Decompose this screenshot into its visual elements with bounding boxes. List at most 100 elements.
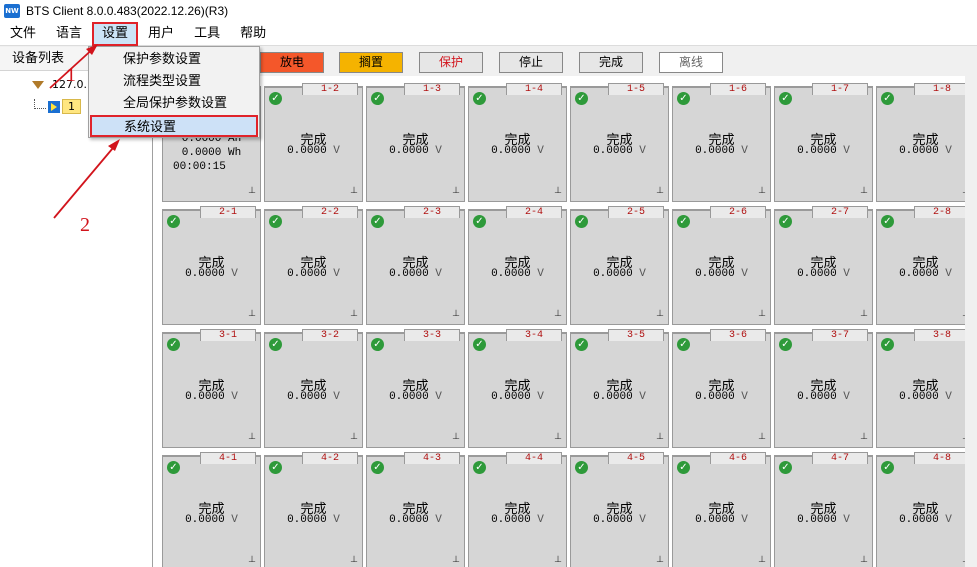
tree-node-device[interactable]: 1 — [34, 98, 81, 114]
pin-icon[interactable]: ⊥ — [350, 186, 358, 196]
pin-icon[interactable]: ⊥ — [248, 186, 256, 196]
channel-cell[interactable]: 2-2 ✓ 完成 0.0000 V ⊥ — [264, 206, 363, 325]
channel-cell[interactable]: 3-3 ✓ 完成 0.0000 V ⊥ — [366, 329, 465, 448]
voltage-unit: V — [843, 145, 850, 157]
check-icon: ✓ — [881, 461, 894, 474]
dropdown-item-4[interactable]: 系统设置 — [90, 115, 258, 137]
voltage-unit: V — [843, 391, 850, 403]
channel-cell[interactable]: 3-7 ✓ 完成 0.0000 V ⊥ — [774, 329, 873, 448]
voltage-value: 0.0000 — [287, 514, 327, 526]
pin-icon[interactable]: ⊥ — [860, 186, 868, 196]
channel-id: 3-2 — [302, 329, 358, 341]
dropdown-item-1[interactable]: 保护参数设置 — [89, 49, 259, 71]
channel-id: 2-3 — [404, 206, 460, 218]
pin-icon[interactable]: ⊥ — [350, 555, 358, 565]
check-icon: ✓ — [167, 215, 180, 228]
pin-icon[interactable]: ⊥ — [248, 555, 256, 565]
dropdown-item-2[interactable]: 流程类型设置 — [89, 71, 259, 93]
channel-cell[interactable]: 2-7 ✓ 完成 0.0000 V ⊥ — [774, 206, 873, 325]
pin-icon[interactable]: ⊥ — [656, 432, 664, 442]
pin-icon[interactable]: ⊥ — [758, 309, 766, 319]
voltage-unit: V — [741, 391, 748, 403]
channel-cell[interactable]: 1-7 ✓ 完成 0.0000 V ⊥ — [774, 83, 873, 202]
menu-item-4[interactable]: 用户 — [138, 22, 184, 46]
channel-cell[interactable]: 3-4 ✓ 完成 0.0000 V ⊥ — [468, 329, 567, 448]
channel-cell[interactable]: 1-4 ✓ 完成 0.0000 V ⊥ — [468, 83, 567, 202]
channel-cell[interactable]: 3-6 ✓ 完成 0.0000 V ⊥ — [672, 329, 771, 448]
menu-item-6[interactable]: 帮助 — [230, 22, 276, 46]
channel-cell[interactable]: 1-3 ✓ 完成 0.0000 V ⊥ — [366, 83, 465, 202]
pin-icon[interactable]: ⊥ — [248, 432, 256, 442]
pin-icon[interactable]: ⊥ — [452, 186, 460, 196]
channel-cell[interactable]: 3-1 ✓ 完成 0.0000 V ⊥ — [162, 329, 261, 448]
check-icon: ✓ — [779, 461, 792, 474]
menu-item-3[interactable]: 设置 — [92, 21, 139, 46]
channel-cell[interactable]: 1-8✓完成0.0000 V⊥ — [876, 83, 975, 202]
channel-cell[interactable]: 2-1 ✓ 完成 0.0000 V ⊥ — [162, 206, 261, 325]
channel-cell[interactable]: 4-1 ✓ 完成 0.0000 V ⊥ — [162, 452, 261, 567]
dropdown-item-3[interactable]: 全局保护参数设置 — [89, 93, 259, 115]
channel-cell[interactable]: 3-2 ✓ 完成 0.0000 V ⊥ — [264, 329, 363, 448]
pin-icon[interactable]: ⊥ — [554, 432, 562, 442]
tree-node-root[interactable]: 127.0. — [32, 78, 87, 91]
pin-icon[interactable]: ⊥ — [452, 432, 460, 442]
channel-id: 1-5 — [608, 83, 664, 95]
channel-voltage: 0.0000 V — [367, 268, 464, 280]
pin-icon[interactable]: ⊥ — [656, 555, 664, 565]
channel-cell[interactable]: 2-4 ✓ 完成 0.0000 V ⊥ — [468, 206, 567, 325]
menu-item-5[interactable]: 工具 — [184, 22, 230, 46]
channel-id: 4-8 — [914, 452, 970, 464]
pin-icon[interactable]: ⊥ — [656, 186, 664, 196]
voltage-unit: V — [945, 268, 952, 280]
menu-item-2[interactable]: 语言 — [46, 22, 92, 46]
channel-cell[interactable]: 4-8✓完成0.0000 V⊥ — [876, 452, 975, 567]
pin-icon[interactable]: ⊥ — [248, 309, 256, 319]
voltage-value: 0.0000 — [593, 145, 633, 157]
channel-cell[interactable]: 2-6 ✓ 完成 0.0000 V ⊥ — [672, 206, 771, 325]
pin-icon[interactable]: ⊥ — [554, 555, 562, 565]
check-icon: ✓ — [167, 338, 180, 351]
voltage-value: 0.0000 — [491, 268, 531, 280]
voltage-value: 0.0000 — [287, 145, 327, 157]
channel-voltage: 0.0000 V — [265, 391, 362, 403]
check-icon: ✓ — [575, 338, 588, 351]
channel-cell[interactable]: 2-8✓完成0.0000 V⊥ — [876, 206, 975, 325]
pin-icon[interactable]: ⊥ — [452, 555, 460, 565]
pin-icon[interactable]: ⊥ — [758, 555, 766, 565]
device-icon — [48, 100, 60, 113]
channel-cell[interactable]: 4-3 ✓ 完成 0.0000 V ⊥ — [366, 452, 465, 567]
pin-icon[interactable]: ⊥ — [860, 555, 868, 565]
channel-cell[interactable]: 4-7 ✓ 完成 0.0000 V ⊥ — [774, 452, 873, 567]
channel-cell[interactable]: 1-2 ✓ 完成 0.0000 V ⊥ — [264, 83, 363, 202]
pin-icon[interactable]: ⊥ — [758, 186, 766, 196]
voltage-unit: V — [945, 145, 952, 157]
channel-cell[interactable]: 2-3 ✓ 完成 0.0000 V ⊥ — [366, 206, 465, 325]
menu-item-1[interactable]: 文件 — [0, 22, 46, 46]
pin-icon[interactable]: ⊥ — [860, 309, 868, 319]
pin-icon[interactable]: ⊥ — [554, 309, 562, 319]
channel-cell[interactable]: 4-5 ✓ 完成 0.0000 V ⊥ — [570, 452, 669, 567]
voltage-value: 0.0000 — [287, 391, 327, 403]
channel-id: 2-4 — [506, 206, 562, 218]
pin-icon[interactable]: ⊥ — [350, 432, 358, 442]
pin-icon[interactable]: ⊥ — [758, 432, 766, 442]
channel-cell[interactable]: 3-5 ✓ 完成 0.0000 V ⊥ — [570, 329, 669, 448]
pin-icon[interactable]: ⊥ — [656, 309, 664, 319]
channel-cell[interactable]: 3-8✓完成0.0000 V⊥ — [876, 329, 975, 448]
channel-cell[interactable]: 4-2 ✓ 完成 0.0000 V ⊥ — [264, 452, 363, 567]
pin-icon[interactable]: ⊥ — [860, 432, 868, 442]
channel-voltage: 0.0000 V — [673, 145, 770, 157]
voltage-unit: V — [333, 145, 340, 157]
vertical-scrollbar[interactable] — [965, 76, 977, 567]
channel-cell[interactable]: 2-5 ✓ 完成 0.0000 V ⊥ — [570, 206, 669, 325]
voltage-unit: V — [231, 268, 238, 280]
pin-icon[interactable]: ⊥ — [452, 309, 460, 319]
check-icon: ✓ — [779, 215, 792, 228]
channel-cell[interactable]: 1-5 ✓ 完成 0.0000 V ⊥ — [570, 83, 669, 202]
pin-icon[interactable]: ⊥ — [350, 309, 358, 319]
pin-icon[interactable]: ⊥ — [554, 186, 562, 196]
channel-cell[interactable]: 4-4 ✓ 完成 0.0000 V ⊥ — [468, 452, 567, 567]
tree-expand-icon[interactable] — [32, 80, 44, 89]
channel-cell[interactable]: 1-6 ✓ 完成 0.0000 V ⊥ — [672, 83, 771, 202]
channel-cell[interactable]: 4-6 ✓ 完成 0.0000 V ⊥ — [672, 452, 771, 567]
